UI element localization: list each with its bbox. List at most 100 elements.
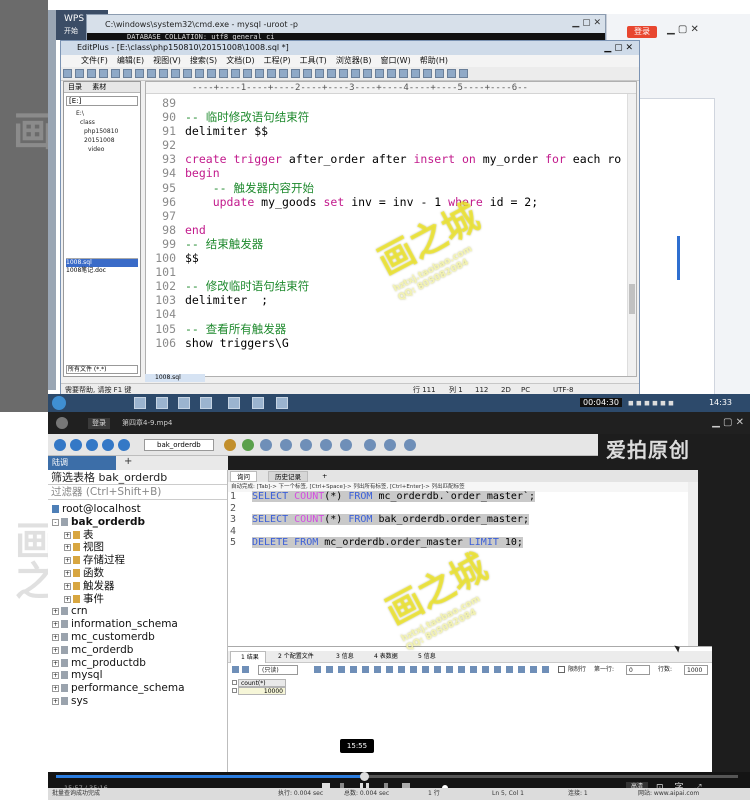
row-checkbox[interactable] (232, 680, 237, 685)
expand-icon[interactable]: + (52, 646, 59, 654)
toolbar-icon[interactable] (242, 439, 254, 451)
tree-node[interactable]: + 视图 (48, 541, 227, 554)
result-cell[interactable]: 10000 (238, 687, 286, 695)
scroll-thumb[interactable] (629, 284, 635, 314)
tree-node[interactable]: root@localhost (48, 503, 227, 516)
player-window-controls[interactable]: ▁ ▢ ✕ (712, 417, 744, 428)
expand-icon[interactable]: + (64, 582, 71, 590)
result-tool-icon[interactable] (446, 666, 453, 673)
toolbar-icon[interactable] (63, 69, 72, 78)
code-line[interactable]: 94 begin (146, 166, 636, 180)
taskbar-app-icon[interactable] (200, 397, 212, 409)
progress-knob[interactable] (360, 772, 370, 781)
code-line[interactable]: 98 end (146, 223, 636, 237)
result-tool-icon[interactable] (362, 666, 369, 673)
tree-node[interactable]: + mysql (48, 669, 227, 682)
toolbar-icon[interactable] (280, 439, 292, 451)
start-button[interactable] (52, 396, 66, 410)
code-line[interactable]: 106 show triggers\G (146, 336, 636, 350)
object-tree[interactable]: root@localhost - bak_orderdb + 表 + 视图 + 存储过程 + 函数 +… (48, 500, 227, 708)
toolbar-icon[interactable] (320, 439, 332, 451)
toolbar-icon[interactable] (195, 69, 204, 78)
result-tool-icon[interactable] (422, 666, 429, 673)
tab-info-2[interactable]: 5 信息 (408, 651, 444, 663)
toolbar-icon[interactable] (267, 69, 276, 78)
tray-icons[interactable]: ◼ ◼ ◼ ◼ ◼ ◼ (628, 399, 674, 407)
code-line[interactable]: 96 update my_goods set inv = inv - 1 whe… (146, 195, 636, 209)
toolbar-icon[interactable] (315, 69, 324, 78)
toolbar-icon[interactable] (300, 439, 312, 451)
folder-item[interactable]: php150810 (76, 127, 140, 136)
toolbar-icon[interactable] (111, 69, 120, 78)
code-line[interactable]: 92 (146, 138, 636, 152)
tree-node[interactable]: + performance_schema (48, 682, 227, 695)
tree-node[interactable]: + 触发器 (48, 580, 227, 593)
expand-icon[interactable]: + (52, 672, 59, 680)
toolbar-icon[interactable] (86, 439, 98, 451)
toolbar-icon[interactable] (447, 69, 456, 78)
query-scrollbar[interactable] (688, 482, 698, 646)
tab-history[interactable]: 历史记录 (268, 471, 308, 482)
toolbar-icon[interactable] (260, 439, 272, 451)
result-tool-icon[interactable] (314, 666, 321, 673)
tab-directory[interactable]: 目录 (64, 83, 86, 91)
tab-result[interactable]: 1 结果 (230, 651, 266, 663)
toolbar-icon[interactable] (118, 439, 130, 451)
result-tool-icon[interactable] (542, 666, 549, 673)
tree-node[interactable]: + information_schema (48, 618, 227, 631)
folder-item[interactable]: 20151008 (76, 136, 140, 145)
toolbar-icon[interactable] (135, 69, 144, 78)
editplus-window[interactable]: EditPlus - [E:\class\php150810\20151008\… (60, 40, 640, 396)
expand-icon[interactable]: + (52, 608, 59, 616)
result-tool-icon[interactable] (326, 666, 333, 673)
menu-item[interactable]: 文件(F) (81, 56, 108, 65)
toolbar-icon[interactable] (423, 69, 432, 78)
code-line[interactable]: 99 -- 结束触发器 (146, 237, 636, 251)
folder-tree[interactable]: E:\ class php150810 20151008 video (64, 109, 140, 154)
expand-icon[interactable]: + (64, 569, 71, 577)
query-editor[interactable]: 1 SELECT COUNT(*) FROM mc_orderdb.`order_… (228, 491, 698, 549)
menu-item[interactable]: 工具(T) (300, 56, 327, 65)
code-line[interactable]: 102 -- 修改临时语句结束符 (146, 279, 636, 293)
code-line[interactable]: 90 -- 临时修改语句结束符 (146, 110, 636, 124)
result-tool-icon[interactable] (434, 666, 441, 673)
expand-icon[interactable]: + (64, 544, 71, 552)
toolbar-icon[interactable] (435, 69, 444, 78)
toolbar-icon[interactable] (70, 439, 82, 451)
toolbar-icon[interactable] (75, 69, 84, 78)
query-line[interactable]: 1 SELECT COUNT(*) FROM mc_orderdb.`order_… (228, 491, 698, 503)
tree-node[interactable]: - bak_orderdb (48, 516, 227, 529)
connect-icon[interactable] (54, 439, 66, 451)
drive-select[interactable]: [E:] (66, 96, 138, 106)
result-tool-icon[interactable] (338, 666, 345, 673)
grid-icon[interactable] (242, 666, 249, 673)
toolbar-icon[interactable] (171, 69, 180, 78)
vertical-scrollbar[interactable] (627, 94, 636, 376)
toolbar-icon[interactable] (387, 69, 396, 78)
toolbar-icon[interactable] (183, 69, 192, 78)
code-line[interactable]: 97 (146, 209, 636, 223)
toolbar-icon[interactable] (404, 439, 416, 451)
file-filter-select[interactable]: 所有文件 (*.*) (66, 365, 138, 374)
tree-node[interactable]: + mc_productdb (48, 657, 227, 670)
tab-clips[interactable]: 素材 (88, 83, 110, 91)
tree-node[interactable]: + mc_customerdb (48, 631, 227, 644)
rows-input[interactable]: 1000 (684, 665, 708, 675)
result-tool-icon[interactable] (506, 666, 513, 673)
code-line[interactable]: 101 (146, 265, 636, 279)
tab-profile[interactable]: 2 个配置文件 (268, 651, 324, 663)
toolbar-icon[interactable] (351, 69, 360, 78)
toolbar-icon[interactable] (87, 69, 96, 78)
player-login-button[interactable]: 登录 (88, 418, 110, 429)
menu-item[interactable]: 视图(V) (153, 56, 181, 65)
window-controls[interactable]: ▁ ▢ ✕ (667, 24, 699, 35)
toolbar-icon[interactable] (411, 69, 420, 78)
menu-item[interactable]: 窗口(W) (381, 56, 411, 65)
toolbar-icon[interactable] (340, 439, 352, 451)
query-line[interactable]: 2 (228, 503, 698, 515)
toolbar-icon[interactable] (363, 69, 372, 78)
grid-icon[interactable] (232, 666, 239, 673)
toolbar-icon[interactable] (224, 439, 236, 451)
toolbar-icon[interactable] (159, 69, 168, 78)
code-line[interactable]: 100 $$ (146, 251, 636, 265)
